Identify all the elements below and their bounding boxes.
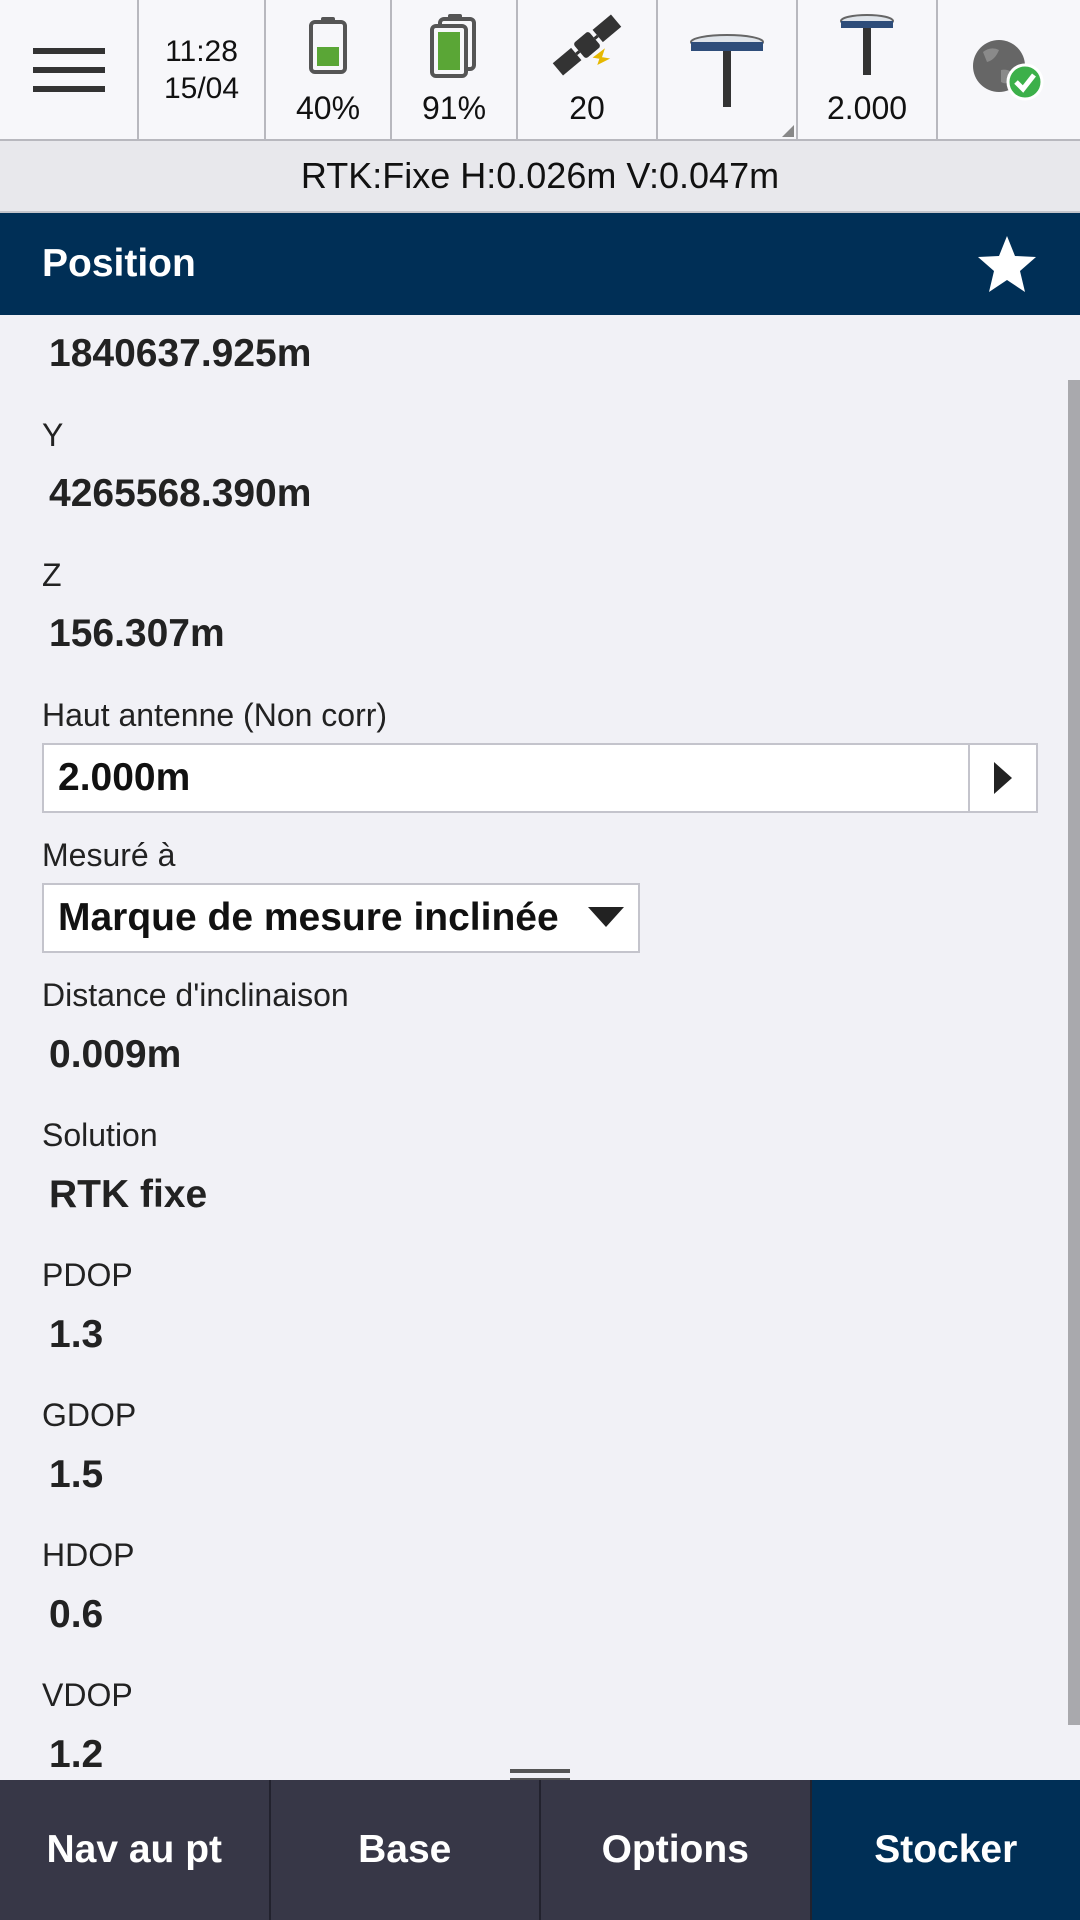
controller-battery-label: 40%: [295, 90, 361, 126]
antenna-height-status[interactable]: 2.000: [798, 0, 938, 139]
pdop-label: PDOP: [42, 1257, 133, 1293]
double-battery-icon: [430, 14, 476, 78]
solution-value: RTK fixe: [49, 1173, 208, 1216]
corner-indicator: [782, 125, 794, 137]
antenna-height-arrow-button[interactable]: [968, 745, 1036, 811]
dropdown-triangle-icon: [588, 907, 624, 927]
hamburger-menu-icon: [32, 47, 105, 92]
menu-button[interactable]: [0, 0, 139, 139]
receiver-pole-icon: [690, 33, 764, 107]
vdop-value: 1.2: [49, 1733, 104, 1776]
receiver-battery-label: 91%: [421, 90, 487, 126]
bottom-action-bar: Nav au pt Base Options Stocker: [0, 1780, 1080, 1920]
store-button[interactable]: Stocker: [811, 1780, 1080, 1920]
satellites-status[interactable]: 20: [518, 0, 658, 139]
caret-right-icon: [994, 762, 1012, 794]
coordinate-system-status[interactable]: [938, 0, 1080, 139]
date-text: 15/04: [163, 71, 240, 105]
solution-label: Solution: [42, 1117, 158, 1153]
hdop-label: HDOP: [42, 1537, 135, 1573]
gdop-label: GDOP: [42, 1397, 137, 1433]
date-time: 11:28 15/04: [139, 0, 266, 139]
nav-to-point-button[interactable]: Nav au pt: [0, 1780, 271, 1920]
x-value: 1840637.925m: [49, 332, 312, 375]
vdop-label: VDOP: [42, 1677, 133, 1713]
y-label: Y: [42, 417, 64, 453]
measured-to-label: Mesuré à: [42, 837, 176, 873]
antenna-height-input-value[interactable]: 2.000m: [44, 756, 968, 800]
measured-to-value: Marque de mesure inclinée: [58, 896, 559, 939]
antenna-height-field-label: Haut antenne (Non corr): [42, 697, 388, 733]
antenna-pole-icon: [840, 14, 894, 75]
satellites-count: 20: [569, 90, 605, 126]
star-icon[interactable]: [976, 234, 1038, 294]
receiver-battery-status[interactable]: 91%: [392, 0, 518, 139]
base-button[interactable]: Base: [271, 1780, 541, 1920]
measured-to-select[interactable]: Marque de mesure inclinée: [42, 883, 640, 953]
time-text: 11:28: [165, 34, 238, 68]
gdop-value: 1.5: [49, 1453, 104, 1496]
tilt-distance-value: 0.009m: [49, 1033, 182, 1076]
tilt-distance-label: Distance d'inclinaison: [42, 977, 349, 1013]
scrollbar[interactable]: [1068, 380, 1080, 1725]
status-bar: 11:28 15/04 40% 91% 20 2.000: [0, 0, 1080, 141]
z-value: 156.307m: [49, 612, 225, 655]
page-title: Position: [42, 242, 196, 285]
receiver-status[interactable]: [658, 0, 798, 139]
antenna-height-input[interactable]: 2.000m: [42, 743, 1038, 813]
hdop-value: 0.6: [49, 1593, 104, 1636]
page-header: Position: [0, 213, 1080, 315]
controller-battery-status[interactable]: 40%: [266, 0, 392, 139]
y-value: 4265568.390m: [49, 472, 312, 515]
globe-check-icon: [973, 39, 1044, 100]
z-label: Z: [42, 557, 62, 593]
rtk-status-bar: RTK:Fixe H:0.026m V:0.047m: [0, 141, 1080, 213]
satellite-icon: [552, 14, 622, 76]
battery-icon: [309, 17, 347, 74]
pdop-value: 1.3: [49, 1313, 104, 1356]
options-button[interactable]: Options: [541, 1780, 812, 1920]
antenna-height-label: 2.000: [826, 90, 908, 126]
